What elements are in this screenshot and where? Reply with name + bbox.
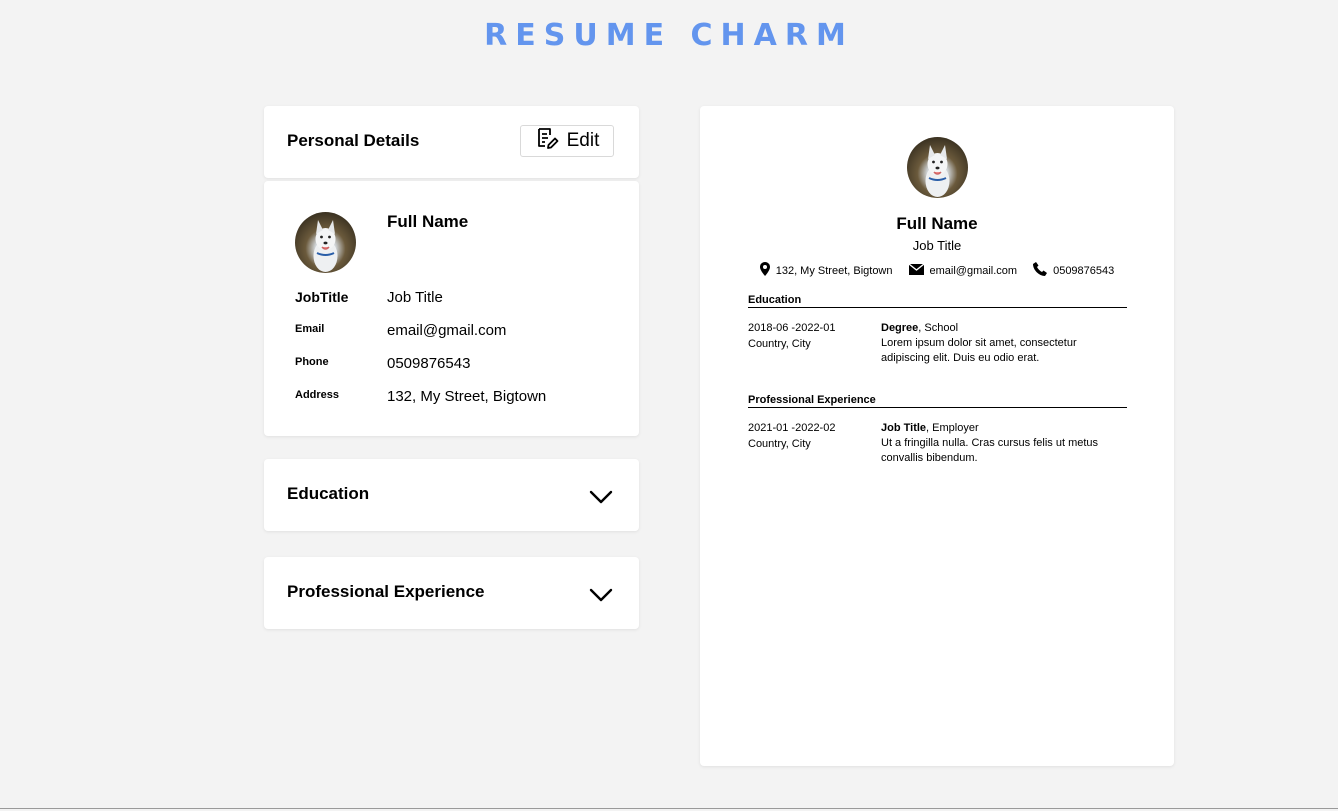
- preview-experience-title: Professional Experience: [748, 394, 1127, 408]
- preview-contact: 132, My Street, Bigtown email@gmail.com …: [700, 262, 1174, 279]
- resume-preview: Full Name Job Title 132, My Street, Bigt…: [700, 106, 1174, 766]
- address-label: Address: [295, 389, 340, 401]
- page-bottom-divider: [0, 808, 1338, 809]
- app-title: RESUME CHARM: [484, 18, 854, 53]
- edit-button-label: Edit: [566, 130, 600, 151]
- location-pin-icon: [759, 262, 770, 279]
- job-title-value: Job Title: [387, 289, 443, 306]
- avatar: [295, 212, 356, 273]
- preview-email: email@gmail.com: [929, 264, 1018, 277]
- phone-value: 0509876543: [387, 355, 471, 372]
- experience-section[interactable]: Professional Experience: [264, 557, 639, 629]
- chevron-down-icon[interactable]: [589, 489, 613, 508]
- preview-name: Full Name: [896, 214, 978, 233]
- experience-description: Ut a fringilla nulla. Cras cursus felis …: [881, 437, 1099, 464]
- education-school: , School: [918, 322, 959, 334]
- education-date: 2018-06 -2022-01: [748, 322, 836, 334]
- education-degree: Degree: [881, 322, 919, 334]
- address-value: 132, My Street, Bigtown: [387, 388, 547, 405]
- experience-location: Country, City: [748, 438, 811, 450]
- full-name: Full Name: [387, 212, 469, 231]
- email-value: email@gmail.com: [387, 322, 507, 339]
- education-description: Lorem ipsum dolor sit amet, consectetur …: [881, 337, 1077, 364]
- education-location: Country, City: [748, 338, 811, 350]
- education-title: Education: [287, 484, 370, 503]
- phone-icon: [1033, 262, 1048, 279]
- preview-address: 132, My Street, Bigtown: [775, 264, 893, 277]
- edit-note-icon: [535, 127, 559, 155]
- education-section[interactable]: Education: [264, 459, 639, 531]
- personal-details-card: Full Name JobTitle Job Title Email email…: [264, 181, 639, 436]
- experience-title: Professional Experience: [287, 582, 485, 601]
- mail-icon: [908, 262, 924, 278]
- experience-role: Job Title: [881, 422, 927, 434]
- preview-phone: 0509876543: [1053, 264, 1115, 277]
- email-label: Email: [295, 323, 325, 335]
- experience-date: 2021-01 -2022-02: [748, 422, 836, 434]
- personal-details-header: Personal Details Edit: [264, 106, 639, 178]
- edit-button[interactable]: Edit: [520, 125, 614, 157]
- chevron-down-icon[interactable]: [589, 587, 613, 606]
- preview-avatar: [907, 137, 968, 198]
- phone-label: Phone: [295, 356, 329, 368]
- preview-education-title: Education: [748, 294, 1127, 308]
- preview-job-title: Job Title: [912, 238, 962, 253]
- experience-employer: , Employer: [926, 422, 979, 434]
- personal-details-title: Personal Details: [287, 131, 420, 150]
- job-title-label: JobTitle: [295, 289, 349, 305]
